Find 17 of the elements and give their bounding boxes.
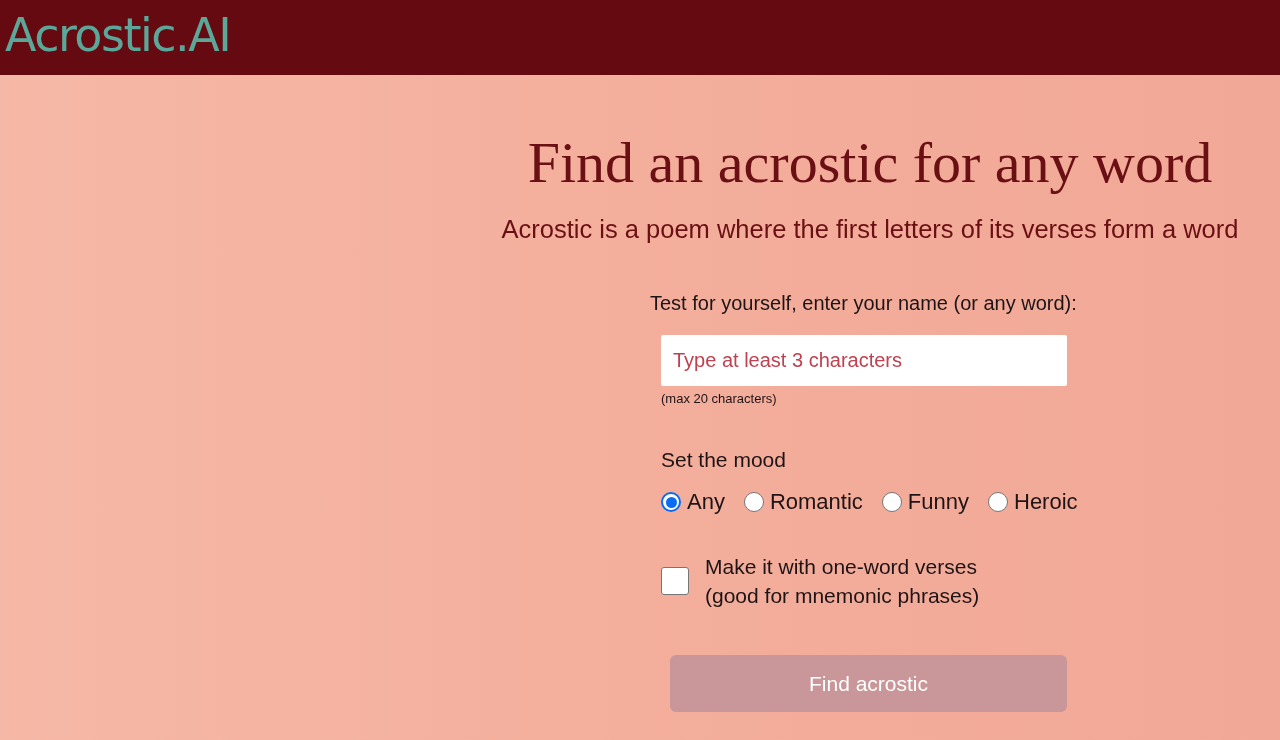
- field-label: Test for yourself, enter your name (or any word):: [650, 291, 1077, 315]
- radio-label: Heroic: [1014, 488, 1078, 516]
- mood-label: Set the mood: [661, 447, 786, 473]
- radio-button[interactable]: [743, 492, 764, 512]
- page-title: Find an acrostic for any word: [527, 129, 1213, 197]
- radio-label: Any: [687, 488, 725, 516]
- checkbox[interactable]: [661, 567, 689, 595]
- field-hint: (max 20 characters): [661, 390, 777, 408]
- checkbox-label: Make it with one-word verses (good for mnemonic phrases): [705, 554, 980, 609]
- word-input[interactable]: Type at least 3 characters: [661, 335, 1067, 386]
- radio-label: Romantic: [769, 488, 863, 516]
- page-subtitle: Acrostic is a poem where the first letters of its verses form a word: [501, 214, 1239, 245]
- radio-label: Funny: [907, 488, 969, 516]
- logo[interactable]: Acrostic.AI: [5, 11, 231, 58]
- radio-button[interactable]: [661, 492, 681, 512]
- radio-button[interactable]: [988, 492, 1008, 512]
- radio-button[interactable]: [881, 492, 902, 512]
